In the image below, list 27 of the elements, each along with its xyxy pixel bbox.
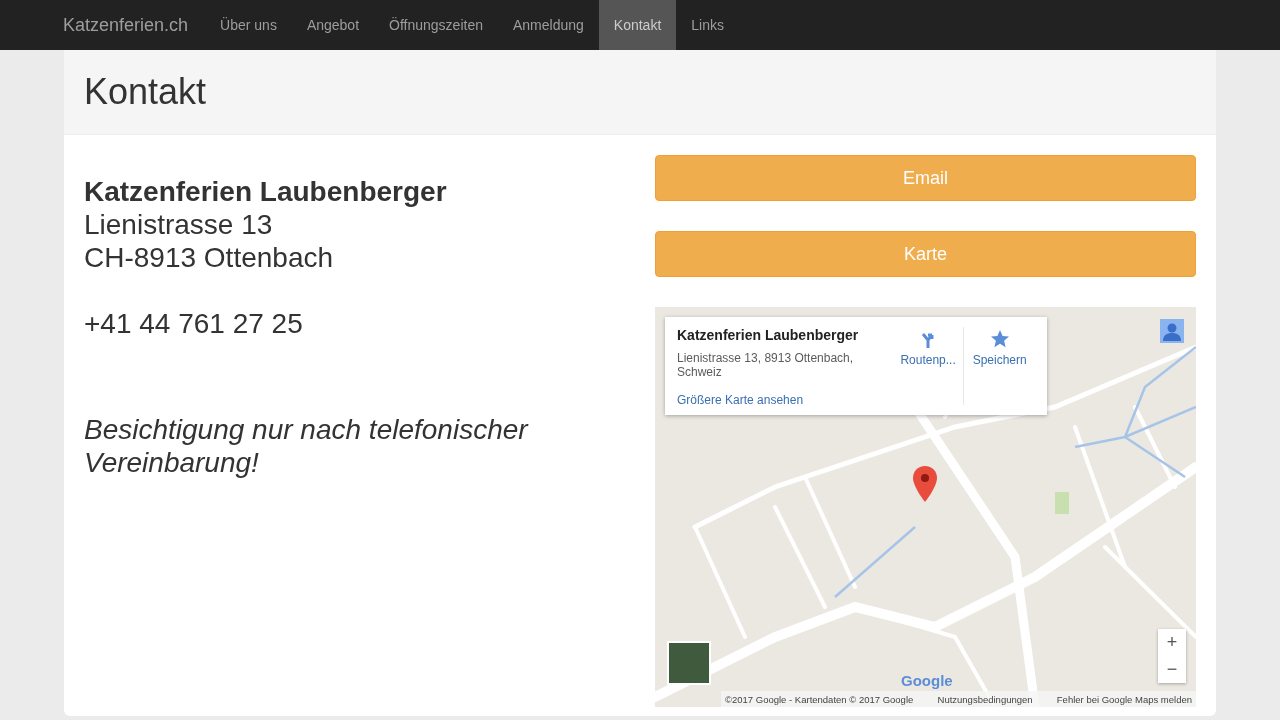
brand-link[interactable]: Katzenferien.ch <box>48 0 204 50</box>
footer-link[interactable]: Fehler bei Google Maps melden <box>1056 693 1192 705</box>
nav-link[interactable]: Anmeldung <box>498 0 599 50</box>
larger-map-link[interactable]: Größere Karte ansehen <box>677 393 804 407</box>
nav-link[interactable]: Links <box>676 0 739 50</box>
map-logo: Google <box>901 672 953 689</box>
street-address: Lienistrasse 13 <box>84 208 274 241</box>
zoom-out-button[interactable]: − <box>1158 656 1186 683</box>
nav-link[interactable]: Über uns <box>205 0 292 50</box>
visit-note: Besichtigung nur nach telefonischer Vereinbarung! <box>84 413 530 479</box>
business-name: Katzenferien Laubenberger <box>84 175 448 208</box>
satellite-thumbnail[interactable] <box>667 641 711 685</box>
save-button[interactable]: Speichern <box>963 327 1035 405</box>
place-address: Lienistrasse 13, 8913 Ottenbach, Schweiz <box>677 351 855 379</box>
nav-link[interactable]: Kontakt <box>598 0 677 50</box>
zoom-in-button[interactable]: + <box>1158 629 1186 656</box>
page-title: Kontakt <box>84 71 207 113</box>
nav-link[interactable]: Öffnungszeiten <box>374 0 498 50</box>
place-title: Katzenferien Laubenberger <box>677 327 860 343</box>
phone-number: +41 44 761 27 25 <box>84 307 304 340</box>
copyright-text: ©2017 Google - Kartendaten © 2017 Google <box>725 693 914 705</box>
city-address: CH-8913 Ottenbach <box>84 241 335 274</box>
star-icon <box>989 329 1010 349</box>
nav-link[interactable]: Angebot <box>291 0 375 50</box>
footer-link[interactable]: Nutzungsbedingungen <box>937 693 1033 705</box>
directions-button[interactable]: Routenp... <box>892 327 964 405</box>
map-pin-icon <box>913 466 937 502</box>
